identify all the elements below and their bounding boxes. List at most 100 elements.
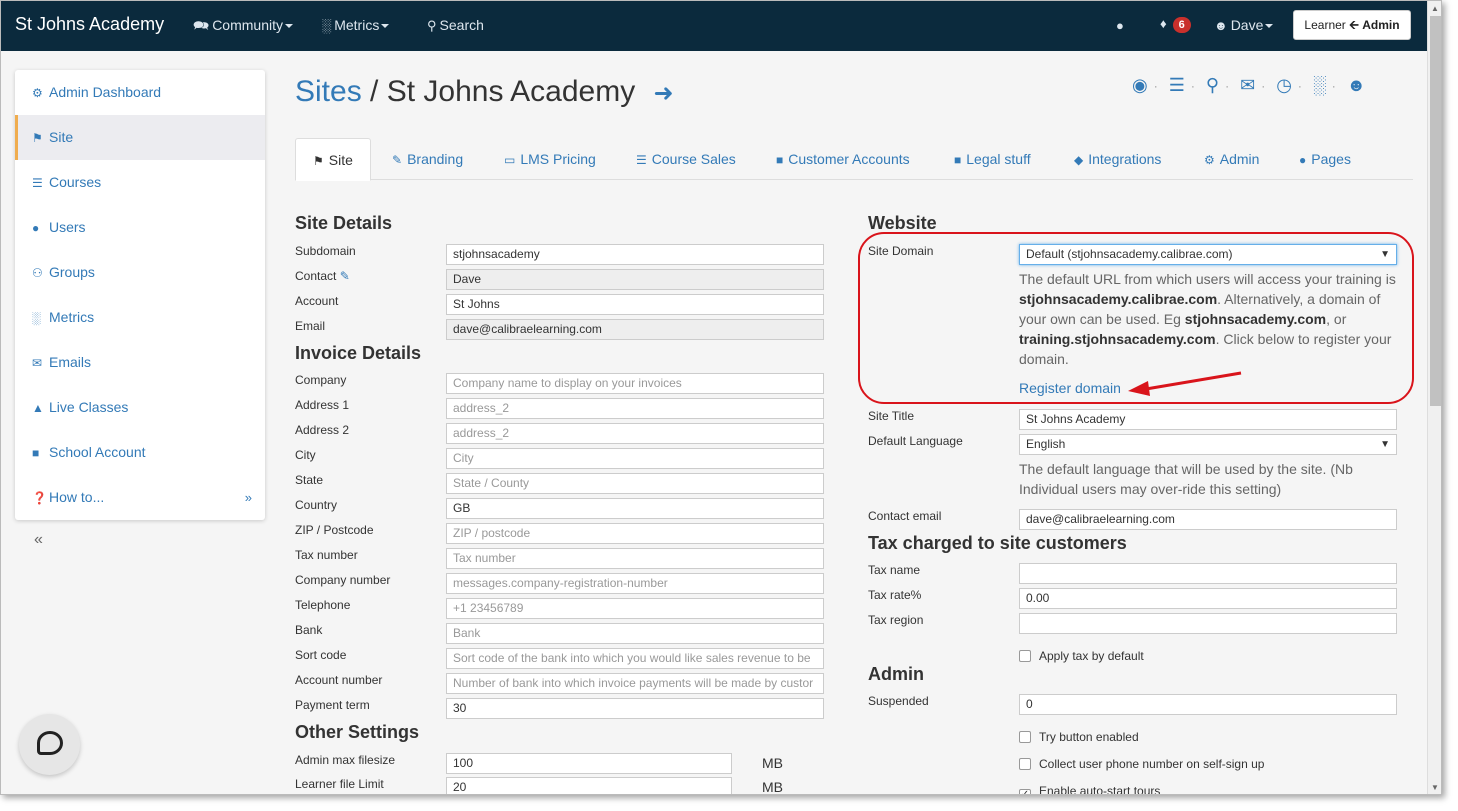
auto-tours-checkbox-row[interactable]: ✓ Enable auto-start tours	[1019, 784, 1161, 795]
bank-input[interactable]: Bank	[446, 623, 824, 644]
address-2-input[interactable]: address_2	[446, 423, 824, 444]
breadcrumb-sites[interactable]: Sites	[295, 75, 362, 108]
sidebar-item-site[interactable]: ⚑ Site	[15, 115, 265, 160]
city-input[interactable]: City	[446, 448, 824, 469]
subdomain-row: Subdomain stjohnsacademy	[295, 244, 825, 266]
paint-brush-icon: ✎	[392, 153, 403, 167]
tab-legal-stuff[interactable]: ■ Legal stuff	[937, 138, 1048, 180]
bank-row: Bank Bank	[295, 623, 825, 645]
clock-icon[interactable]: ◷	[1276, 75, 1292, 96]
company-number-row: Company number messages.company-registrat…	[295, 573, 825, 595]
tab-lms-pricing[interactable]: ▭ LMS Pricing	[487, 138, 613, 180]
learner-file-limit-input[interactable]: 20	[446, 777, 732, 794]
site-name: St Johns Academy	[386, 75, 636, 108]
sidebar-item-courses[interactable]: ☰ Courses	[15, 160, 265, 205]
eye-icon[interactable]: ◉	[1132, 75, 1148, 96]
site-title-input[interactable]: St Johns Academy	[1019, 409, 1397, 430]
subdomain-input[interactable]: stjohnsacademy	[446, 244, 824, 265]
try-button-checkbox-row[interactable]: Try button enabled	[1019, 730, 1139, 744]
scroll-down-icon[interactable]: ▼	[1431, 783, 1439, 792]
edit-icon[interactable]: ✎	[340, 269, 350, 283]
auto-tours-label: Enable auto-start tours	[1039, 784, 1161, 795]
tab-integrations[interactable]: ◆ Integrations	[1057, 138, 1178, 180]
company-number-label: Company number	[295, 573, 391, 587]
tab-course-sales[interactable]: ☰ Course Sales	[619, 138, 753, 180]
email-row: Email dave@calibraelearning.com	[295, 319, 825, 341]
sidebar-item-metrics[interactable]: ░ Metrics	[15, 295, 265, 340]
tax-name-input[interactable]	[1019, 563, 1397, 584]
company-input[interactable]: Company name to display on your invoices	[446, 373, 824, 394]
user-name: Dave	[1230, 17, 1264, 33]
list-icon: ☰	[636, 153, 647, 167]
address-1-input[interactable]: address_2	[446, 398, 824, 419]
community-menu[interactable]: 🗪 Community	[193, 17, 293, 39]
chat-button[interactable]: ●	[1116, 17, 1127, 33]
apply-tax-checkbox[interactable]	[1019, 650, 1031, 662]
caret-down-icon	[1265, 24, 1274, 29]
scroll-thumb[interactable]	[1430, 16, 1441, 406]
brand-link[interactable]: St Johns Academy	[15, 14, 164, 35]
default-language-value: English	[1026, 437, 1066, 451]
envelope-icon[interactable]: ✉	[1240, 75, 1255, 96]
scroll-up-icon[interactable]: ▲	[1431, 4, 1439, 13]
collapse-sidebar-icon[interactable]: «	[34, 531, 43, 549]
tax-rate-input[interactable]: 0.00	[1019, 588, 1397, 609]
contact-label: Contact ✎	[295, 269, 350, 283]
sign-in-icon[interactable]: ➜	[654, 80, 674, 107]
list-icon[interactable]: ☰	[1169, 75, 1185, 96]
account-number-label: Account number	[295, 673, 383, 687]
admin-max-unit: MB	[762, 755, 783, 771]
sidebar-item-live-classes[interactable]: ▲ Live Classes	[15, 385, 265, 430]
vertical-scrollbar[interactable]: ▲ ▼	[1427, 1, 1441, 794]
sidebar-item-users[interactable]: ● Users	[15, 205, 265, 250]
account-label: Account	[295, 294, 339, 308]
tab-site[interactable]: ⚑ Site	[295, 138, 371, 181]
sidebar-item-school-account[interactable]: ■ School Account	[15, 430, 265, 475]
company-number-input[interactable]: messages.company-registration-number	[446, 573, 824, 594]
sidebar-item-admin-dashboard[interactable]: ⚙ Admin Dashboard	[15, 70, 265, 115]
zip-postcode-input[interactable]: ZIP / postcode	[446, 523, 824, 544]
auto-tours-checkbox[interactable]: ✓	[1019, 789, 1031, 794]
country-input[interactable]: GB	[446, 498, 824, 519]
try-button-checkbox[interactable]	[1019, 731, 1031, 743]
zip-postcode-label: ZIP / Postcode	[295, 523, 374, 537]
metrics-menu[interactable]: ░ Metrics	[322, 17, 390, 33]
other-settings-heading: Other Settings	[295, 722, 420, 742]
chat-icon	[37, 731, 63, 755]
book-icon: ■	[32, 446, 40, 460]
telephone-input[interactable]: +1 23456789	[446, 598, 824, 619]
bar-chart-icon[interactable]: ░	[1313, 75, 1326, 96]
tax-name-row: Tax name	[868, 563, 1398, 585]
tab-branding[interactable]: ✎ Branding	[375, 138, 480, 180]
default-language-select[interactable]: English ▼	[1019, 434, 1397, 455]
tax-number-input[interactable]: Tax number	[446, 548, 824, 569]
state-input[interactable]: State / County	[446, 473, 824, 494]
account-input[interactable]: St Johns	[446, 294, 824, 315]
collect-phone-checkbox-row[interactable]: Collect user phone number on self-sign u…	[1019, 757, 1264, 771]
account-number-input[interactable]: Number of bank into which invoice paymen…	[446, 673, 824, 694]
sidebar-item-groups[interactable]: ⚇ Groups	[15, 250, 265, 295]
role-switch-button[interactable]: Learner 🡨 Admin	[1293, 10, 1411, 40]
search-link[interactable]: ⚲ Search	[427, 17, 484, 34]
users-icon[interactable]: ☻	[1347, 75, 1366, 96]
tab-pages[interactable]: ● Pages	[1282, 138, 1368, 180]
sidebar-item-emails[interactable]: ✉ Emails	[15, 340, 265, 385]
contact-email-input[interactable]: dave@calibraelearning.com	[1019, 509, 1397, 530]
apply-tax-checkbox-row[interactable]: Apply tax by default	[1019, 649, 1144, 663]
sidebar-item-how-to[interactable]: ❓ How to... »	[15, 475, 265, 520]
suspended-input[interactable]: 0	[1019, 694, 1397, 715]
app-window: St Johns Academy 🗪 Community ░ Metrics ⚲ Se…	[0, 0, 1442, 795]
user-menu[interactable]: ☻ Dave	[1214, 17, 1274, 33]
sort-code-input[interactable]: Sort code of the bank into which you wou…	[446, 648, 824, 669]
payment-term-input[interactable]: 30	[446, 698, 824, 719]
admin-max-filesize-input[interactable]: 100	[446, 753, 732, 774]
collect-phone-checkbox[interactable]	[1019, 758, 1031, 770]
chat-widget-button[interactable]	[19, 714, 80, 775]
tab-customer-accounts[interactable]: ■ Customer Accounts	[759, 138, 927, 180]
tab-label: Course Sales	[651, 151, 736, 167]
notifications-button[interactable]: ♦ 6	[1160, 15, 1191, 33]
tab-admin[interactable]: ⚙ Admin	[1187, 138, 1276, 180]
tax-rate-row: Tax rate% 0.00	[868, 588, 1398, 610]
tax-region-input[interactable]	[1019, 613, 1397, 634]
search-icon[interactable]: ⚲	[1206, 75, 1219, 96]
